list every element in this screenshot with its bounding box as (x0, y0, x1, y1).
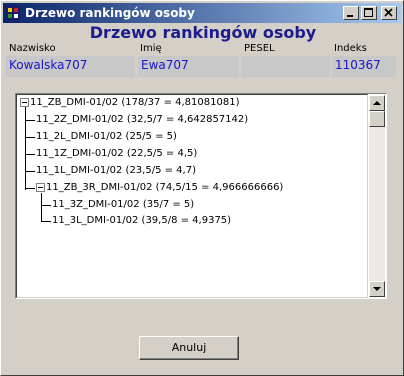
app-icon (6, 6, 20, 20)
maximize-icon (364, 8, 373, 17)
surname-label: Nazwisko (9, 43, 56, 54)
pesel-label: PESEL (244, 43, 275, 54)
tree-node[interactable]: 11_3L_DMI-01/02 (39,5/8 = 4,9375) (52, 215, 231, 227)
tree-node[interactable]: 11_3Z_DMI-01/02 (35/7 = 5) (52, 199, 194, 211)
tree-connector (25, 171, 35, 172)
tree-node[interactable]: 11_2Z_DMI-01/02 (32,5/7 = 4,642857142) (36, 114, 248, 126)
maximize-button[interactable] (361, 6, 377, 20)
index-label: Indeks (334, 43, 367, 54)
tree-connector (25, 106, 26, 190)
collapse-toggle[interactable] (36, 183, 45, 192)
tree-connector (25, 188, 35, 189)
tree-connector (41, 205, 51, 206)
close-button[interactable] (381, 6, 397, 20)
scroll-up-button[interactable] (369, 95, 385, 111)
scroll-down-button[interactable] (369, 281, 385, 297)
scroll-thumb[interactable] (369, 111, 385, 127)
minimize-icon (347, 15, 353, 17)
ranking-tree[interactable]: 11_ZB_DMI-01/02 (178/37 = 4,81081081) 11… (15, 93, 387, 299)
tree-connector (25, 120, 35, 121)
arrow-up-icon (373, 101, 381, 105)
collapse-toggle[interactable] (20, 98, 29, 107)
cancel-button[interactable]: Anuluj (139, 336, 239, 360)
tree-connector (25, 137, 35, 138)
pesel-field (241, 56, 330, 77)
tree-node[interactable]: 11_2L_DMI-01/02 (25/5 = 5) (36, 131, 177, 143)
tree-node[interactable]: 11_1L_DMI-01/02 (23,5/5 = 4,7) (36, 165, 196, 177)
tree-node[interactable]: 11_1Z_DMI-01/02 (22,5/5 = 4,5) (36, 148, 197, 160)
arrow-down-icon (373, 287, 381, 291)
index-field: 110367 (332, 56, 396, 77)
tree-node[interactable]: 11_ZB_DMI-01/02 (178/37 = 4,81081081) (30, 97, 239, 109)
first-name-field: Ewa707 (138, 56, 239, 77)
tree-connector (41, 193, 42, 221)
tree-connector (41, 221, 51, 222)
first-name-label: Imię (140, 43, 162, 54)
tree-connector (25, 154, 35, 155)
tree-view: 11_ZB_DMI-01/02 (178/37 = 4,81081081) 11… (16, 94, 368, 298)
window-title: Drzewo rankingów osoby (25, 6, 195, 20)
dialog-window: Drzewo rankingów osoby Drzewo rankingów … (0, 0, 404, 376)
surname-field: Kowalska707 (6, 56, 135, 77)
vertical-scrollbar[interactable] (369, 95, 385, 297)
tree-node[interactable]: 11_ZB_3R_DMI-01/02 (74,5/15 = 4,96666666… (46, 182, 283, 194)
page-title: Drzewo rankingów osoby (89, 23, 317, 42)
title-bar[interactable]: Drzewo rankingów osoby (3, 3, 401, 23)
close-icon (384, 8, 393, 17)
minimize-button[interactable] (343, 6, 359, 20)
